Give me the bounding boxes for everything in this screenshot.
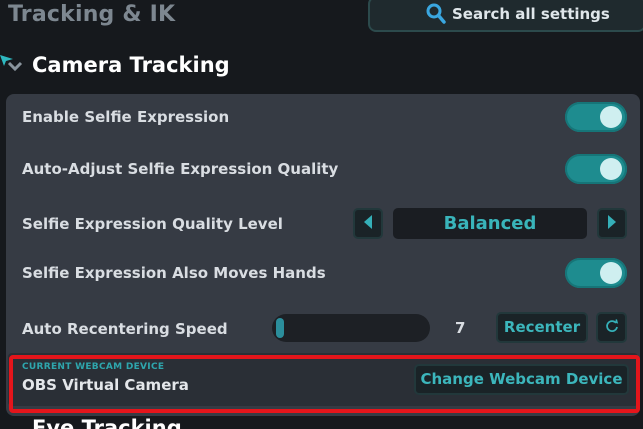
enable-selfie-expression-toggle[interactable] — [565, 102, 627, 132]
row-moves-hands: Selfie Expression Also Moves Hands — [6, 250, 640, 298]
quality-level-value: Balanced — [393, 208, 587, 239]
reset-icon — [605, 318, 619, 337]
webcam-device-name: OBS Virtual Camera — [22, 376, 189, 394]
row-quality-level: Selfie Expression Quality Level Balanced — [6, 196, 640, 250]
row-label: Enable Selfie Expression — [22, 108, 230, 126]
section-title[interactable]: Camera Tracking — [32, 53, 230, 77]
row-label: Selfie Expression Quality Level — [22, 215, 283, 233]
search-all-settings-button[interactable]: Search all settings — [368, 0, 643, 32]
recenter-button[interactable]: Recenter — [496, 312, 588, 343]
row-auto-adjust-quality: Auto-Adjust Selfie Expression Quality — [6, 146, 640, 194]
search-label: Search all settings — [452, 5, 610, 23]
reset-button[interactable] — [596, 312, 627, 343]
recentering-speed-slider[interactable] — [272, 314, 430, 342]
change-webcam-device-button[interactable]: Change Webcam Device — [414, 364, 629, 395]
page-title: Tracking & IK — [8, 2, 176, 27]
chevron-down-icon[interactable] — [7, 58, 23, 77]
recentering-speed-label: Auto Recentering Speed — [22, 320, 228, 338]
quality-next-button[interactable] — [597, 208, 627, 239]
caret-left-icon — [362, 214, 374, 234]
row-label: Selfie Expression Also Moves Hands — [22, 264, 326, 282]
camera-tracking-panel: Enable Selfie Expression Auto-Adjust Sel… — [6, 94, 640, 416]
chevron-down-icon[interactable] — [7, 424, 23, 429]
eye-tracking-section-title[interactable]: Eye Tracking — [32, 416, 182, 429]
settings-page: Tracking & IK Search all settings Camera… — [0, 0, 643, 429]
toggle-knob — [600, 262, 622, 284]
slider-handle[interactable] — [276, 318, 284, 338]
toggle-knob — [600, 106, 622, 128]
webcam-caption: CURRENT WEBCAM DEVICE — [22, 362, 165, 372]
moves-hands-toggle[interactable] — [565, 258, 627, 288]
search-icon — [426, 3, 446, 25]
row-label: Auto-Adjust Selfie Expression Quality — [22, 160, 339, 178]
caret-right-icon — [606, 214, 618, 234]
row-enable-selfie-expression: Enable Selfie Expression — [6, 94, 640, 142]
recentering-speed-value: 7 — [455, 319, 466, 337]
toggle-knob — [600, 158, 622, 180]
webcam-device-row: CURRENT WEBCAM DEVICE OBS Virtual Camera… — [8, 353, 638, 406]
auto-adjust-quality-toggle[interactable] — [565, 154, 627, 184]
quality-previous-button[interactable] — [353, 208, 383, 239]
